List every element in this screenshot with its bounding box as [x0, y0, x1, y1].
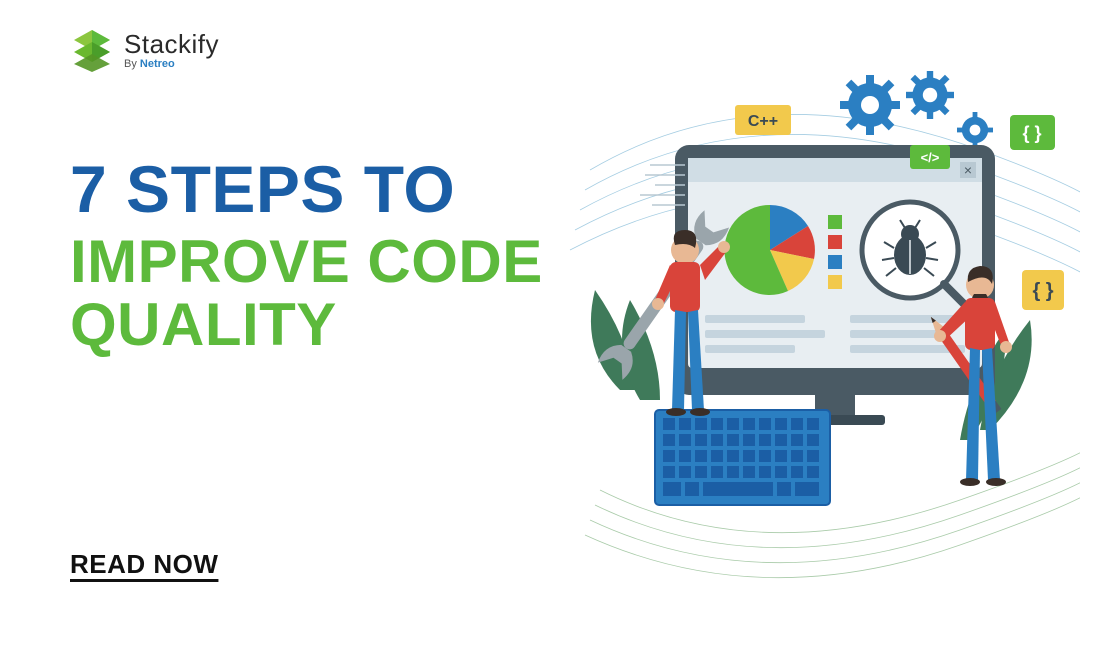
braces-badge-right-icon: { }	[1022, 270, 1064, 310]
read-now-link[interactable]: READ NOW	[70, 549, 218, 580]
gear-icon	[840, 71, 993, 148]
svg-text:×: ×	[964, 162, 972, 178]
headline-primary: 7 STEPS TO	[70, 155, 630, 224]
logo-brand-name: Stackify	[124, 31, 219, 57]
headline-secondary: IMPROVE CODE QUALITY	[70, 230, 630, 356]
headline: 7 STEPS TO IMPROVE CODE QUALITY	[70, 155, 630, 356]
svg-text:{ }: { }	[1022, 123, 1041, 143]
cpp-badge-icon: C++	[735, 105, 791, 135]
pie-chart-icon	[724, 205, 814, 295]
svg-text:</>: </>	[921, 150, 940, 165]
svg-text:{ }: { }	[1032, 280, 1053, 302]
keyboard-icon	[655, 410, 830, 505]
svg-text:C++: C++	[748, 113, 778, 130]
logo-text: Stackify By Netreo	[124, 31, 219, 70]
hero-illustration: C++ { } × </>	[560, 50, 1080, 600]
stackify-logo-icon	[70, 28, 114, 72]
braces-badge-top-icon: { }	[1010, 115, 1055, 150]
brand-logo: Stackify By Netreo	[70, 28, 219, 72]
logo-byline: By Netreo	[124, 59, 219, 70]
